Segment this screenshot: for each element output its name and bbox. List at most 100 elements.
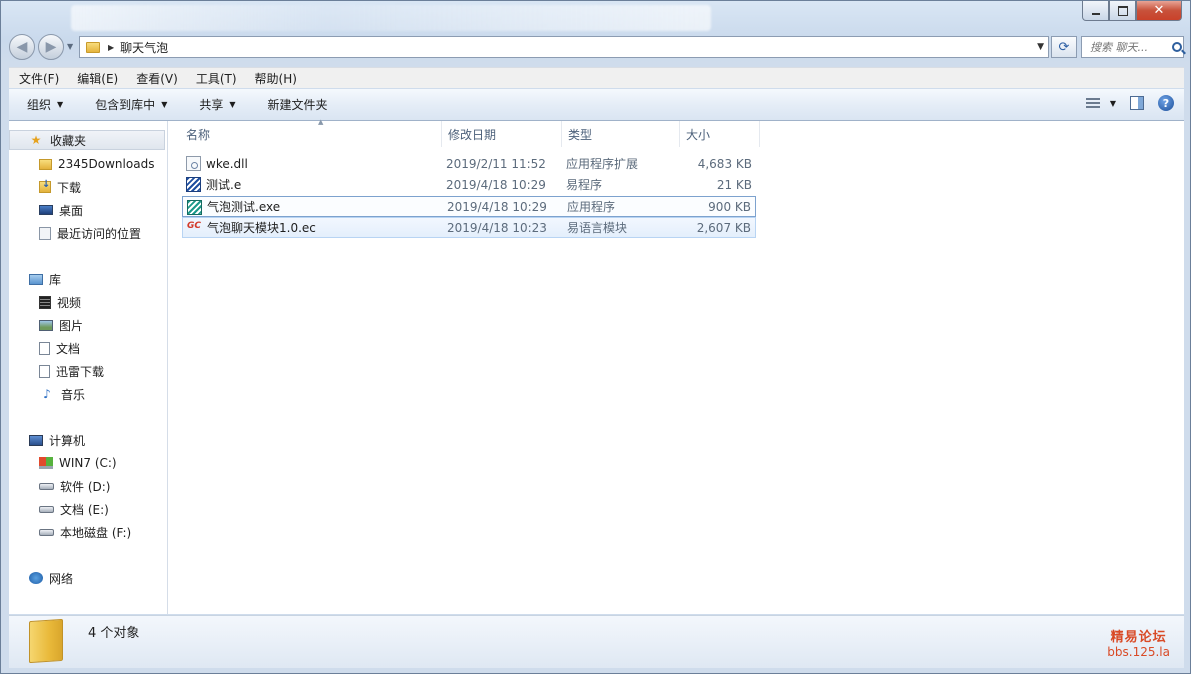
search-box[interactable] xyxy=(1081,36,1184,58)
maximize-icon xyxy=(1117,5,1128,16)
network-icon xyxy=(29,572,43,584)
nav-item-desktop[interactable]: 桌面 xyxy=(9,200,83,220)
refresh-icon: ⟳ xyxy=(1058,39,1070,55)
nav-item-videos[interactable]: 视频 xyxy=(9,292,81,312)
chevron-down-icon: ▼ xyxy=(161,100,168,109)
nav-item-label: 视频 xyxy=(57,295,82,310)
nav-item-2345downloads[interactable]: 2345Downloads xyxy=(9,154,154,174)
address-field[interactable]: ▶ 聊天气泡 ▼ xyxy=(79,36,1049,58)
back-arrow-icon: ◀ xyxy=(16,39,28,55)
command-bar: 组织 ▼ 包含到库中 ▼ 共享 ▼ 新建文件夹 ▼ ? xyxy=(9,89,1184,121)
dll-icon xyxy=(186,156,201,171)
file-type: 易语言模块 xyxy=(567,221,628,235)
file-size: 2,607 KB xyxy=(696,220,751,235)
nav-item-label: 音乐 xyxy=(61,387,86,402)
nav-item-documents[interactable]: 文档 xyxy=(9,338,80,358)
navigation-pane: ★ 收藏夹 2345Downloads 下载 桌面 最近访问的位置 库 视频 图片… xyxy=(9,121,168,614)
file-row[interactable]: 测试.e 2019/4/18 10:29 易程序 21 KB xyxy=(182,174,756,195)
file-row[interactable]: wke.dll 2019/2/11 11:52 应用程序扩展 4,683 KB xyxy=(182,153,756,174)
file-modified: 2019/4/18 10:29 xyxy=(446,177,546,192)
search-icon[interactable] xyxy=(1172,42,1182,52)
nav-item-recent-places[interactable]: 最近访问的位置 xyxy=(9,223,141,243)
details-pane: 4 个对象 精易论坛 bbs.125.la xyxy=(9,615,1184,668)
file-modified: 2019/4/18 10:23 xyxy=(447,220,547,235)
maximize-button[interactable] xyxy=(1109,1,1136,21)
nav-item-pictures[interactable]: 图片 xyxy=(9,315,83,335)
refresh-button[interactable]: ⟳ xyxy=(1051,36,1077,58)
menu-view[interactable]: 查看(V) xyxy=(126,70,186,87)
nav-item-label: 下载 xyxy=(57,180,82,195)
e-source-icon xyxy=(186,177,201,192)
nav-computer[interactable]: 计算机 xyxy=(9,430,85,450)
music-note-icon: ♪ xyxy=(43,387,51,401)
nav-item-label: 文档 xyxy=(56,341,81,356)
sort-ascending-icon: ▲ xyxy=(318,118,324,126)
nav-item-thunder-downloads[interactable]: 迅雷下载 xyxy=(9,361,104,381)
thunder-downloads-icon xyxy=(39,364,50,378)
downloads-folder-icon xyxy=(39,179,51,193)
file-type: 易程序 xyxy=(566,178,603,192)
file-name: 气泡聊天模块1.0.ec xyxy=(207,221,316,235)
file-row[interactable]: 气泡测试.exe 2019/4/18 10:29 应用程序 900 KB xyxy=(182,196,756,217)
nav-network-label: 网络 xyxy=(49,571,74,586)
drive-icon xyxy=(39,505,54,513)
help-icon[interactable]: ? xyxy=(1158,95,1174,111)
watermark-url: bbs.125.la xyxy=(1107,645,1170,659)
minimize-button[interactable] xyxy=(1082,1,1109,21)
column-header-type-label: 类型 xyxy=(568,127,593,142)
nav-favorites-label: 收藏夹 xyxy=(50,133,87,148)
organize-label: 组织 xyxy=(27,98,52,112)
exe-icon xyxy=(187,200,202,215)
system-drive-icon xyxy=(39,457,53,469)
forward-button[interactable]: ▶ xyxy=(38,34,64,60)
file-row[interactable]: GC 气泡聊天模块1.0.ec 2019/4/18 10:23 易语言模块 2,… xyxy=(182,217,756,238)
back-button[interactable]: ◀ xyxy=(9,34,35,60)
nav-item-drive-d[interactable]: 软件 (D:) xyxy=(9,476,110,496)
share-button[interactable]: 共享 ▼ xyxy=(181,96,249,113)
menu-file[interactable]: 文件(F) xyxy=(9,70,67,87)
nav-item-label: 本地磁盘 (F:) xyxy=(60,525,132,540)
nav-item-music[interactable]: ♪ 音乐 xyxy=(9,384,85,404)
new-folder-label: 新建文件夹 xyxy=(267,98,328,112)
file-list: ▲ 名称 修改日期 类型 大小 wke.dll 2019/2/11 11:52 … xyxy=(168,118,1184,614)
nav-item-downloads[interactable]: 下载 xyxy=(9,177,81,197)
nav-favorites[interactable]: ★ 收藏夹 xyxy=(9,130,165,150)
nav-item-drive-e[interactable]: 文档 (E:) xyxy=(9,499,109,519)
forward-arrow-icon: ▶ xyxy=(45,39,57,55)
folder-icon xyxy=(29,618,63,664)
menu-tools[interactable]: 工具(T) xyxy=(186,70,245,87)
search-input[interactable] xyxy=(1088,39,1170,55)
nav-item-label: 最近访问的位置 xyxy=(57,226,142,241)
close-button[interactable]: ✕ xyxy=(1136,1,1182,21)
file-modified: 2019/4/18 10:29 xyxy=(447,199,547,214)
menu-edit[interactable]: 编辑(E) xyxy=(67,70,126,87)
details-view-icon xyxy=(1085,97,1100,109)
menu-bar: 文件(F) 编辑(E) 查看(V) 工具(T) 帮助(H) xyxy=(9,67,1184,88)
column-header-modified[interactable]: 修改日期 xyxy=(442,121,562,147)
chevron-down-icon: ▼ xyxy=(229,100,236,109)
file-modified: 2019/2/11 11:52 xyxy=(446,156,546,171)
nav-libraries[interactable]: 库 xyxy=(9,269,61,289)
title-bar[interactable]: ✕ xyxy=(1,1,1190,33)
file-name: 气泡测试.exe xyxy=(207,200,281,214)
menu-help[interactable]: 帮助(H) xyxy=(245,70,305,87)
address-dropdown-icon[interactable]: ▼ xyxy=(1037,42,1044,52)
column-header-size[interactable]: 大小 xyxy=(680,121,760,147)
breadcrumb-separator-icon[interactable]: ▶ xyxy=(108,43,114,52)
preview-pane-icon[interactable] xyxy=(1130,96,1144,110)
file-type: 应用程序扩展 xyxy=(566,157,639,171)
recent-pages-dropdown[interactable]: ▼ xyxy=(67,42,73,51)
column-header-name[interactable]: ▲ 名称 xyxy=(180,118,442,147)
nav-item-drive-c[interactable]: WIN7 (C:) xyxy=(9,453,117,473)
column-header-type[interactable]: 类型 xyxy=(562,121,680,147)
share-label: 共享 xyxy=(199,98,224,112)
breadcrumb-current[interactable]: 聊天气泡 xyxy=(120,39,168,56)
new-folder-button[interactable]: 新建文件夹 xyxy=(250,96,342,113)
nav-item-label: 文档 (E:) xyxy=(60,502,109,517)
change-view-button[interactable]: ▼ xyxy=(1085,97,1116,109)
include-library-button[interactable]: 包含到库中 ▼ xyxy=(77,96,181,113)
organize-button[interactable]: 组织 ▼ xyxy=(9,96,77,113)
nav-network[interactable]: 网络 xyxy=(9,568,73,588)
nav-computer-label: 计算机 xyxy=(49,433,86,448)
nav-item-drive-f[interactable]: 本地磁盘 (F:) xyxy=(9,522,131,542)
